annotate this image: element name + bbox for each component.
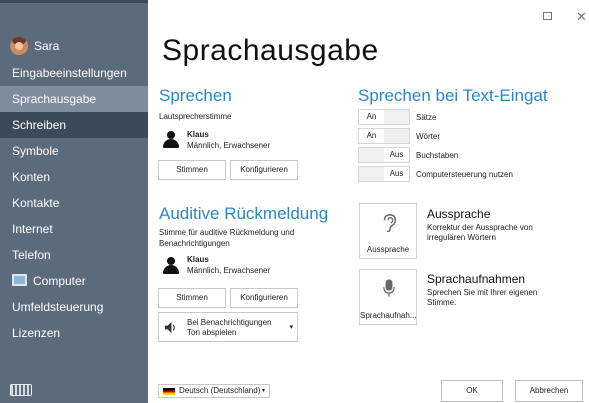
maximize-button[interactable] xyxy=(543,12,552,20)
chevron-down-icon: ▾ xyxy=(261,388,265,394)
tile-label: Sprachaufnah... xyxy=(360,311,416,320)
toggle-state: Aus xyxy=(384,167,409,181)
sidebar-item-konten[interactable]: Konten xyxy=(0,164,148,190)
toggle-label: Buchstaben xyxy=(416,151,459,160)
language-label: Deutsch (Deutschland) xyxy=(179,386,261,395)
section-title-text-input: Sprechen bei Text-Eingat xyxy=(358,86,548,105)
toggle-woerter[interactable]: An xyxy=(358,128,410,144)
german-flag-icon xyxy=(163,388,175,395)
voice-name: Klaus xyxy=(187,130,209,139)
pronunciation-tile[interactable]: Aussprache xyxy=(359,203,417,259)
toggle-computersteuerung[interactable]: Aus xyxy=(358,166,410,182)
dropdown-line1: Bei Benachrichtigungen xyxy=(187,318,272,327)
voice-description: Männlich, Erwachsener xyxy=(187,266,271,275)
chevron-down-icon: ▾ xyxy=(289,324,293,331)
toggle-blank xyxy=(359,167,384,181)
sidebar-item-eingabeeinstellungen[interactable]: Eingabeeinstellungen xyxy=(0,60,148,86)
desc-line: irregulären Wörtern xyxy=(427,233,496,242)
page-title: Sprachausgabe xyxy=(162,34,379,67)
language-select[interactable]: Deutsch (Deutschland) ▾ xyxy=(158,384,270,398)
sidebar-item-internet[interactable]: Internet xyxy=(0,216,148,242)
toggle-state: An xyxy=(359,129,384,143)
dropdown-text: Bei Benachrichtigungen Ton abspielen xyxy=(187,318,272,338)
toggle-blank xyxy=(384,129,409,143)
recordings-title: Sprachaufnahmen xyxy=(427,272,526,286)
sidebar-item-symbole[interactable]: Symbole xyxy=(0,138,148,164)
dropdown-line2: Ton abspielen xyxy=(187,328,237,337)
person-icon xyxy=(163,131,179,148)
tile-label: Aussprache xyxy=(366,245,410,254)
sidebar-item-computer[interactable]: Computer xyxy=(0,268,148,294)
user-profile[interactable]: Sara xyxy=(10,37,59,55)
microphone-icon xyxy=(383,279,395,297)
voices-button[interactable]: Stimmen xyxy=(158,160,226,180)
pronunciation-description: Korrektur der Aussprache von irregulären… xyxy=(427,223,533,243)
toggle-blank xyxy=(384,110,409,124)
pronunciation-title: Aussprache xyxy=(427,207,491,221)
sidebar-item-telefon[interactable]: Telefon xyxy=(0,242,148,268)
configure-button[interactable]: Konfigurieren xyxy=(230,160,298,180)
section-title-auditive: Auditive Rückmeldung xyxy=(159,204,329,223)
desc-line: Korrektur der Aussprache von xyxy=(427,223,533,232)
toggle-state: An xyxy=(359,110,384,124)
cancel-button[interactable]: Abbrechen xyxy=(515,380,583,402)
computer-icon xyxy=(12,274,27,286)
close-button[interactable]: ✕ xyxy=(576,9,587,25)
sidebar: Sara Eingabeeinstellungen Sprachausgabe … xyxy=(0,0,148,403)
toggle-buchstaben[interactable]: Aus xyxy=(358,147,410,163)
section-title-sprechen: Sprechen xyxy=(159,86,232,105)
recordings-description: Sprechen Sie mit Ihrer eigenen Stimme. xyxy=(427,288,537,308)
voices-button[interactable]: Stimmen xyxy=(158,288,226,308)
sidebar-item-sprachausgabe[interactable]: Sprachausgabe xyxy=(0,86,148,112)
sidebar-item-label: Computer xyxy=(33,274,86,288)
speaker-voice-label: Lautsprecherstimme xyxy=(159,112,232,121)
toggle-label: Computersteuerung nutzen xyxy=(416,170,513,179)
sidebar-item-umfeldsteuerung[interactable]: Umfeldsteuerung xyxy=(0,294,148,320)
toggle-state: Aus xyxy=(384,148,409,162)
voice-description: Männlich, Erwachsener xyxy=(187,141,271,150)
desc-line: Sprechen Sie mit Ihrer eigenen xyxy=(427,288,538,297)
ok-button[interactable]: OK xyxy=(441,380,503,402)
voice-name: Klaus xyxy=(187,255,209,264)
sidebar-item-schreiben[interactable]: Schreiben xyxy=(0,112,148,138)
toggle-label: Wörter xyxy=(416,132,440,141)
configure-button[interactable]: Konfigurieren xyxy=(230,288,298,308)
keyboard-icon[interactable] xyxy=(10,384,32,396)
toggle-label: Sätze xyxy=(416,113,437,122)
ear-icon xyxy=(383,214,397,233)
avatar xyxy=(10,37,28,55)
sidebar-item-lizenzen[interactable]: Lizenzen xyxy=(0,320,148,346)
recordings-tile[interactable]: Sprachaufnah... xyxy=(359,269,417,325)
person-icon xyxy=(163,257,179,274)
toggle-blank xyxy=(359,148,384,162)
notification-sound-dropdown[interactable]: Bei Benachrichtigungen Ton abspielen ▾ xyxy=(158,312,298,342)
sidebar-item-kontakte[interactable]: Kontakte xyxy=(0,190,148,216)
user-name: Sara xyxy=(34,39,60,53)
speaker-icon xyxy=(164,321,175,334)
desc-line: Stimme. xyxy=(427,298,457,307)
toggle-saetze[interactable]: An xyxy=(358,109,410,125)
feedback-voice-label: Stimme für auditive Rückmeldung und Bena… xyxy=(159,228,295,248)
